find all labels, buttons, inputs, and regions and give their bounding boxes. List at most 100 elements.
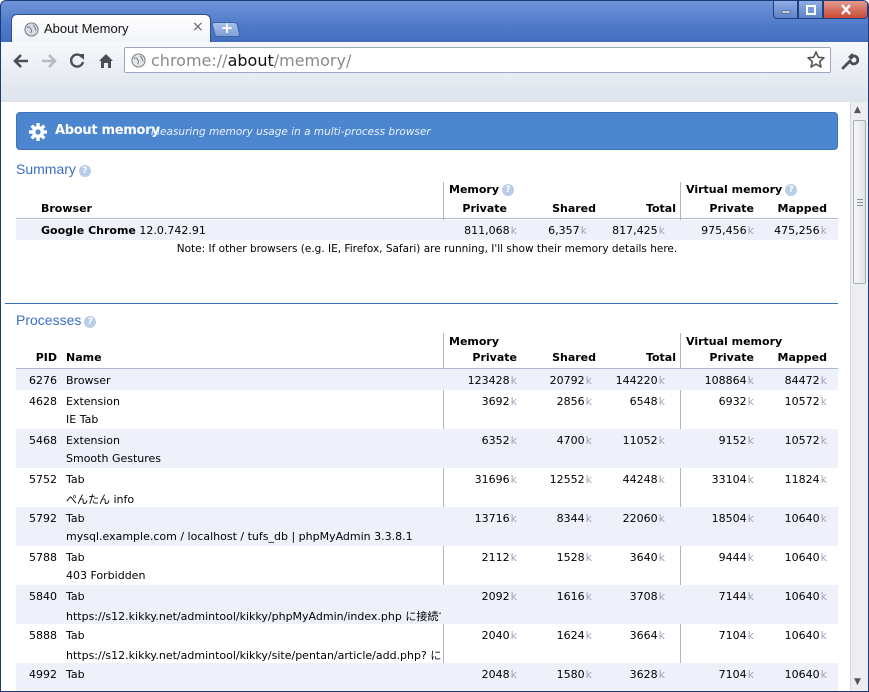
col-total: Total — [645, 202, 676, 215]
minimize-button[interactable] — [773, 1, 798, 19]
scroll-down-icon[interactable]: ▼ — [854, 677, 861, 687]
value-total: 3664k — [629, 629, 665, 642]
value-private: 3692k — [481, 395, 517, 408]
home-button[interactable] — [95, 50, 117, 72]
summary-row: Google Chrome 12.0.742.91 811,068k 6,357… — [16, 220, 838, 240]
table-row: 5788 Tab 403 Forbidden 2112k 1528k 3640k 9444k… — [16, 546, 838, 585]
processes-heading: Processes? — [16, 312, 97, 328]
summary-virtual-group: Virtual memory? — [686, 183, 798, 196]
page-subtitle: Measuring memory usage in a multi-proces… — [151, 126, 431, 138]
maximize-button[interactable] — [798, 1, 823, 19]
forward-button[interactable] — [38, 50, 60, 72]
wrench-icon[interactable] — [839, 51, 859, 71]
value-private: 13716k — [474, 512, 517, 525]
home-icon — [99, 54, 113, 68]
plus-icon: + — [220, 19, 234, 37]
value-shared: 6,357k — [548, 224, 587, 237]
help-icon[interactable]: ? — [502, 184, 515, 196]
col-browser: Browser — [41, 202, 92, 215]
process-detail: mysql.example.com / localhost / tufs_db … — [66, 530, 413, 543]
value-private: 123428k — [467, 374, 517, 387]
col-name: Name — [66, 351, 102, 364]
value-private: 31696k — [474, 473, 517, 486]
value-mapped: 84472k — [784, 374, 827, 387]
address-bar[interactable]: chrome://about/memory/ — [124, 47, 831, 73]
vertical-scrollbar[interactable]: ▲ ▼ — [850, 102, 868, 691]
table-row: 5468 Extension Smooth Gestures 6352k 4700k 11… — [16, 429, 838, 468]
value-shared: 8344k — [556, 512, 592, 525]
title-bar: About Memory × + — [1, 1, 868, 42]
maximize-icon — [805, 4, 816, 15]
process-name: Tab — [66, 629, 85, 642]
scroll-up-icon[interactable]: ▲ — [854, 105, 861, 115]
pid-cell: 5888 — [29, 629, 57, 642]
tab-about-memory[interactable]: About Memory × — [11, 14, 211, 42]
processes-memory-group: Memory — [449, 335, 500, 348]
pid-cell: 5840 — [29, 590, 57, 603]
value-private: 2040k — [481, 629, 517, 642]
value-vprivate: 975,456k — [701, 224, 754, 237]
process-name: Tab — [66, 590, 85, 603]
value-mapped: 475,256k — [774, 224, 827, 237]
value-total: 144220k — [615, 374, 665, 387]
value-total: 22060k — [622, 512, 665, 525]
scrollbar-thumb[interactable] — [853, 120, 866, 284]
value-shared: 20792k — [549, 374, 592, 387]
value-shared: 1528k — [556, 551, 592, 564]
close-window-button[interactable] — [823, 1, 868, 19]
col-shared: Shared — [552, 351, 596, 364]
pid-cell: 5752 — [29, 473, 57, 486]
browser-name: Google Chrome 12.0.742.91 — [41, 224, 206, 237]
help-icon[interactable]: ? — [78, 165, 91, 177]
back-arrow-icon — [13, 54, 28, 68]
value-shared: 1616k — [556, 590, 592, 603]
page-globe-icon — [131, 53, 146, 68]
summary-note: Note: If other browsers (e.g. IE, Firefo… — [176, 243, 678, 255]
table-row: 5752 Tab ぺんたん info 31696k 12552k 44248k 33104k… — [16, 468, 838, 507]
page-content: About memory Measuring memory usage in a… — [1, 102, 850, 691]
url-text: chrome://about/memory/ — [151, 51, 352, 70]
value-total: 3640k — [629, 551, 665, 564]
value-total: 3708k — [629, 590, 665, 603]
value-vprivate: 9152k — [718, 434, 754, 447]
value-total: 3628k — [629, 668, 665, 681]
page-title: About memory — [55, 123, 160, 138]
value-mapped: 10640k — [784, 668, 827, 681]
col-private: Private — [472, 351, 517, 364]
back-button[interactable] — [10, 50, 32, 72]
process-detail: IE Tab — [66, 413, 99, 426]
minimize-icon — [781, 10, 790, 13]
section-divider — [5, 303, 838, 304]
pid-cell: 4992 — [29, 668, 57, 681]
value-vprivate: 18504k — [711, 512, 754, 525]
value-mapped: 10572k — [784, 395, 827, 408]
help-icon[interactable]: ? — [84, 316, 97, 328]
reload-button[interactable] — [66, 50, 88, 72]
forward-arrow-icon — [42, 54, 57, 68]
help-icon[interactable]: ? — [785, 184, 798, 196]
pid-cell: 4628 — [29, 395, 57, 408]
pid-cell: 5792 — [29, 512, 57, 525]
value-vprivate: 9444k — [718, 551, 754, 564]
header-rule — [16, 218, 838, 219]
new-tab-button[interactable]: + — [210, 19, 242, 37]
value-shared: 12552k — [549, 473, 592, 486]
value-mapped: 10640k — [784, 629, 827, 642]
value-mapped: 10640k — [784, 551, 827, 564]
value-total: 44248k — [622, 473, 665, 486]
value-vprivate: 108864k — [704, 374, 754, 387]
processes-virtual-group: Virtual memory — [686, 335, 783, 348]
process-detail: https://s12.kikky.net/admintool/kikky/si… — [66, 649, 441, 662]
value-total: 11052k — [622, 434, 665, 447]
reload-icon — [70, 53, 85, 68]
value-vprivate: 7104k — [718, 629, 754, 642]
value-private: 2092k — [481, 590, 517, 603]
toolbar: chrome://about/memory/ — [1, 42, 868, 102]
col-pid: PID — [35, 351, 57, 364]
process-name: Tab — [66, 473, 85, 486]
tab-close-icon[interactable]: × — [192, 19, 204, 35]
table-row: 4628 Extension IE Tab 3692k 2856k 6548k 6932k 1… — [16, 390, 838, 429]
bookmark-star-icon[interactable] — [806, 50, 826, 70]
value-shared: 2856k — [556, 395, 592, 408]
value-private: 6352k — [481, 434, 517, 447]
